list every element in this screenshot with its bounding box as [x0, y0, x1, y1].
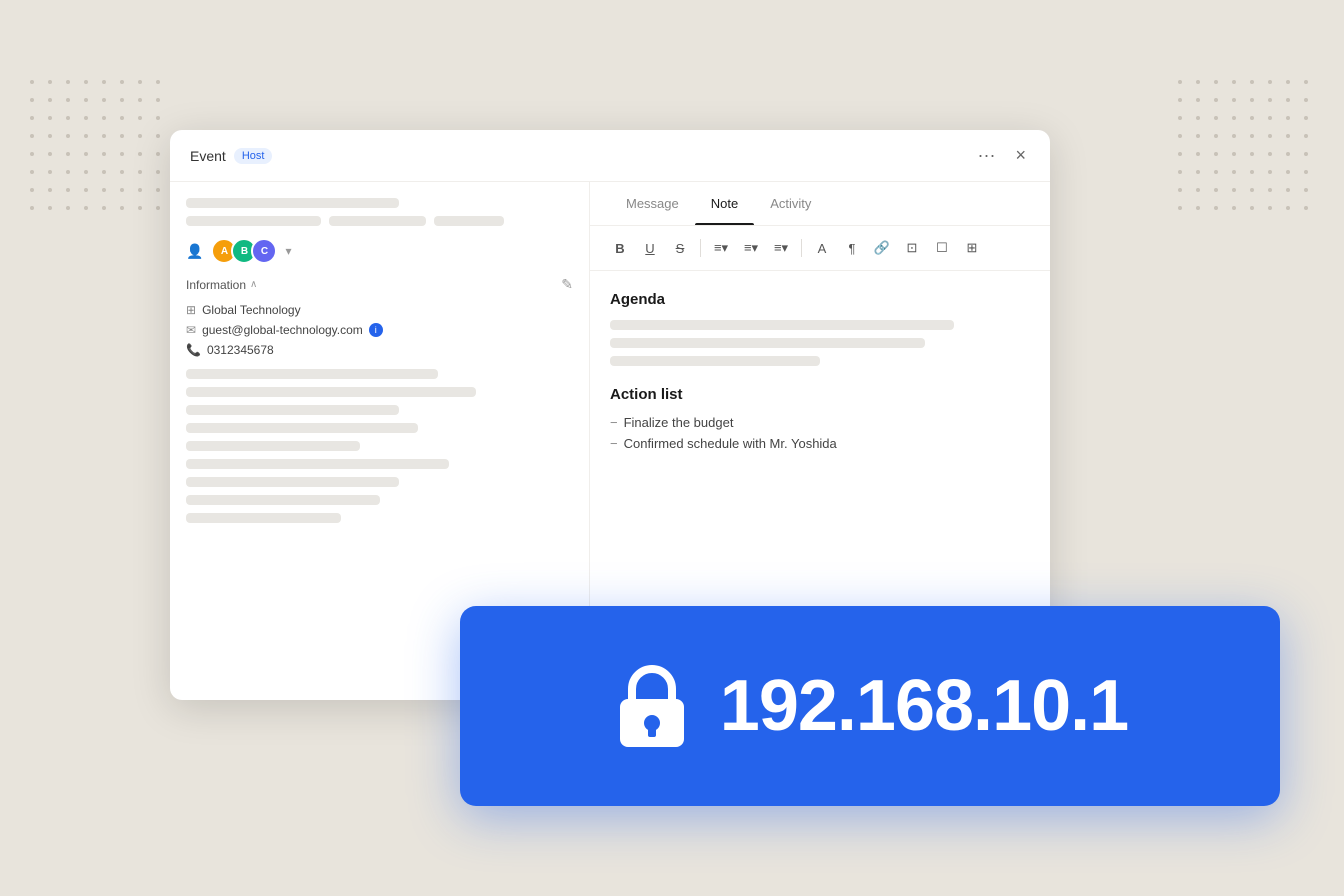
company-info: ⊞ Global Technology — [186, 303, 573, 317]
avatar: C — [251, 238, 277, 264]
building-icon: ⊞ — [186, 303, 196, 317]
person-icon: 👤 — [186, 243, 203, 260]
avatar-group: A B C — [211, 238, 277, 264]
tabs-bar: Message Note Activity — [590, 182, 1050, 226]
ip-address-banner: 192.168.10.1 — [460, 606, 1280, 806]
strikethrough-button[interactable]: S — [666, 234, 694, 262]
email-address: guest@global-technology.com — [202, 323, 363, 337]
skeleton-line — [186, 405, 399, 415]
phone-icon: 📞 — [186, 343, 201, 357]
info-section-label: Information ∧ — [186, 278, 257, 292]
host-badge: Host — [234, 148, 273, 164]
link-button[interactable]: 🔗 — [868, 234, 896, 262]
skeleton-line — [186, 477, 399, 487]
tab-activity[interactable]: Activity — [754, 182, 827, 225]
ordered-list-button[interactable]: ≡▾ — [737, 234, 765, 262]
skeleton-line — [186, 441, 360, 451]
lock-icon — [612, 661, 692, 751]
paragraph-button[interactable]: ¶ — [838, 234, 866, 262]
decorative-dots-left: (function() { var el = document.querySel… — [30, 80, 166, 216]
skeleton-line — [434, 216, 504, 226]
header-actions: ··· × — [974, 141, 1031, 170]
skeleton-line — [186, 198, 399, 208]
info-section-header: Information ∧ ✎ — [186, 276, 573, 293]
skeleton-line — [610, 338, 925, 348]
email-icon: ✉ — [186, 323, 196, 337]
skeleton-line — [186, 423, 418, 433]
font-color-button[interactable]: A — [808, 234, 836, 262]
document-button[interactable]: ☐ — [928, 234, 956, 262]
chevron-up-icon: ∧ — [250, 279, 257, 290]
action-item: Finalize the budget — [610, 415, 1030, 430]
toolbar-separator — [700, 239, 701, 257]
decorative-dots-right: (function() { var el = document.querySel… — [1178, 80, 1314, 216]
skeleton-line — [186, 216, 321, 226]
company-name: Global Technology — [202, 303, 301, 317]
align-button[interactable]: ≡▾ — [767, 234, 795, 262]
tab-message[interactable]: Message — [610, 182, 695, 225]
table-button[interactable]: ⊞ — [958, 234, 986, 262]
chevron-down-icon[interactable]: ▾ — [285, 244, 291, 258]
skeleton-line — [186, 459, 449, 469]
lock-icon-wrap — [612, 661, 692, 751]
skeleton-line — [186, 369, 438, 379]
toolbar-separator — [801, 239, 802, 257]
phone-info: 📞 0312345678 — [186, 343, 573, 357]
edit-icon[interactable]: ✎ — [561, 276, 573, 293]
skeleton-line — [186, 495, 380, 505]
skeleton-row — [186, 216, 573, 226]
email-info: ✉ guest@global-technology.com i — [186, 323, 573, 337]
action-item: Confirmed schedule with Mr. Yoshida — [610, 436, 1030, 451]
agenda-title: Agenda — [610, 291, 1030, 308]
dialog-header: Event Host ··· × — [170, 130, 1050, 182]
skeleton-line — [610, 320, 954, 330]
more-options-button[interactable]: ··· — [974, 141, 1000, 170]
bullet-list-button[interactable]: ≡▾ — [707, 234, 735, 262]
skeleton-line — [329, 216, 426, 226]
skeleton-line — [186, 387, 476, 397]
ip-address-text: 192.168.10.1 — [720, 665, 1128, 747]
action-list-title: Action list — [610, 386, 1030, 403]
tab-note[interactable]: Note — [695, 182, 754, 225]
info-badge-icon[interactable]: i — [369, 323, 383, 337]
skeleton-line — [610, 356, 820, 366]
underline-button[interactable]: U — [636, 234, 664, 262]
image-button[interactable]: ⊡ — [898, 234, 926, 262]
skeleton-line — [186, 513, 341, 523]
phone-number: 0312345678 — [207, 343, 274, 357]
editor-toolbar: B U S ≡▾ ≡▾ ≡▾ A ¶ 🔗 ⊡ ☐ ⊞ — [590, 226, 1050, 271]
close-button[interactable]: × — [1011, 141, 1030, 170]
bold-button[interactable]: B — [606, 234, 634, 262]
avatar-row: 👤 A B C ▾ — [186, 238, 573, 264]
dialog-title: Event — [190, 148, 226, 164]
